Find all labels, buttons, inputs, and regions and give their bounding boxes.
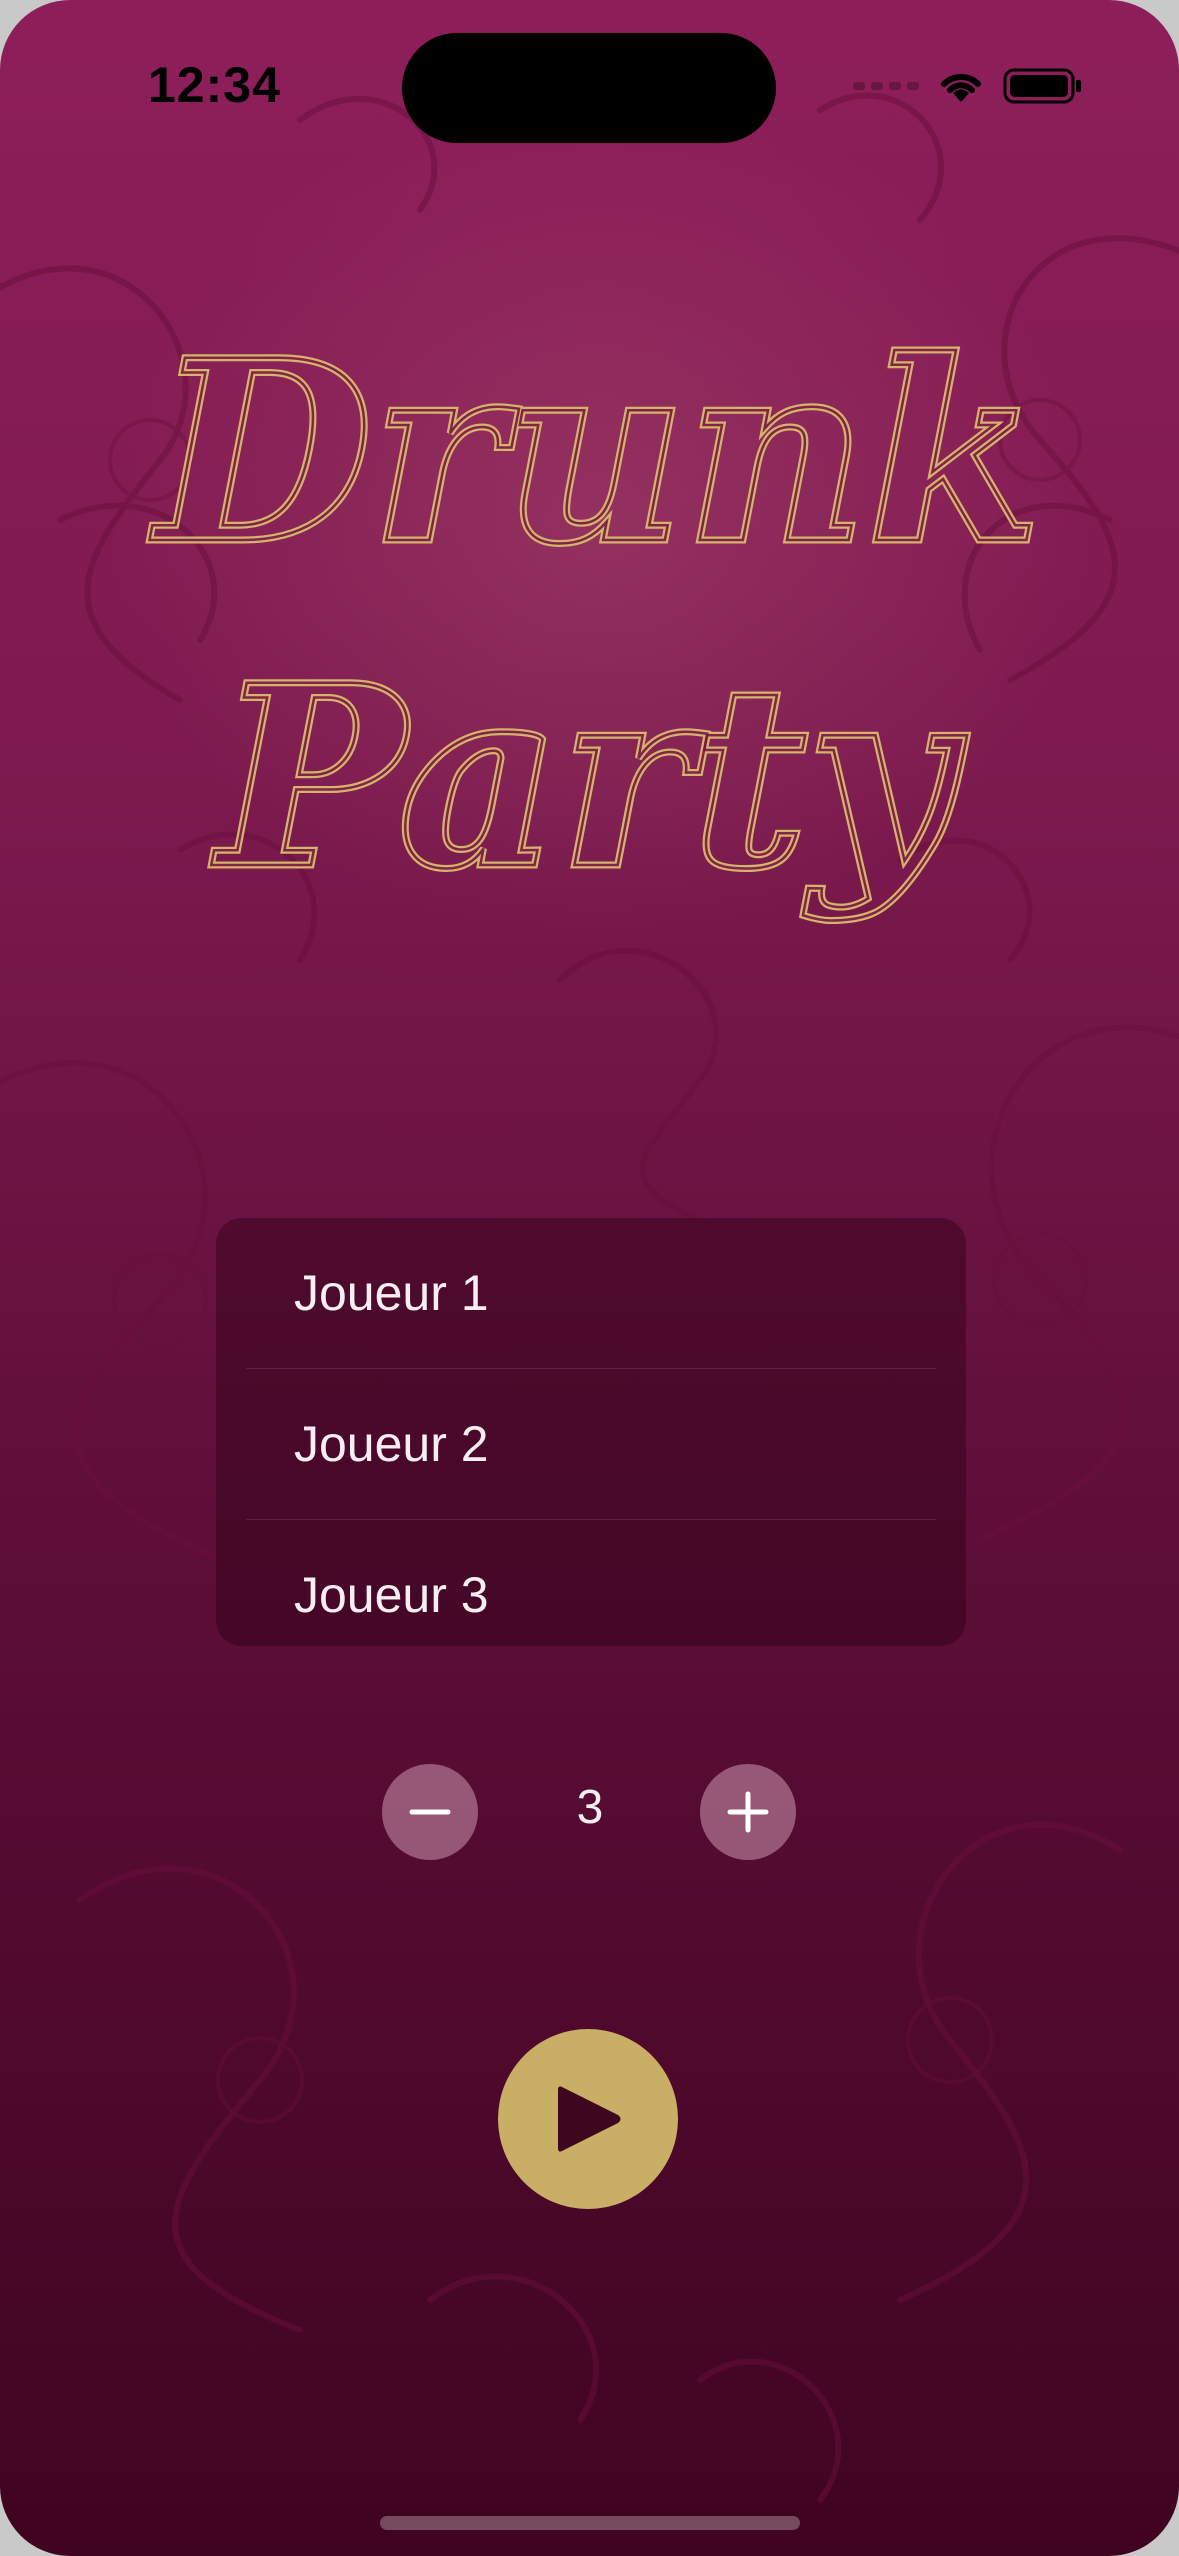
decrease-players-button[interactable] [382, 1764, 478, 1860]
plus-icon [727, 1791, 769, 1833]
app-title-logo: Drunk Drunk Party Party [146, 302, 1044, 928]
cellular-signal-icon [853, 82, 919, 90]
player-row-2[interactable]: Joueur 2 [246, 1369, 936, 1520]
minus-icon [409, 1809, 451, 1815]
status-icons [853, 66, 1083, 106]
player-name[interactable]: Joueur 1 [246, 1268, 489, 1318]
play-button[interactable] [498, 2029, 678, 2209]
player-list: Joueur 1 Joueur 2 Joueur 3 [216, 1218, 966, 1646]
wifi-icon [941, 73, 981, 102]
player-row-1[interactable]: Joueur 1 [246, 1218, 936, 1369]
player-name[interactable]: Joueur 3 [246, 1570, 489, 1620]
status-time: 12:34 [148, 57, 281, 113]
battery-icon [1003, 68, 1081, 104]
title-line-1-inner: Drunk [149, 305, 1040, 599]
player-count: 3 [576, 1781, 604, 1834]
home-indicator[interactable] [380, 2516, 800, 2530]
increase-players-button[interactable] [700, 1764, 796, 1860]
app-screen: 12:34 Drunk Drunk Party Party Joueur 1 J… [0, 0, 1179, 2556]
player-name[interactable]: Joueur 2 [246, 1419, 489, 1469]
player-row-3[interactable]: Joueur 3 [246, 1520, 936, 1670]
play-icon [558, 2086, 621, 2152]
dynamic-island [402, 33, 776, 143]
title-line-2-inner: Party [211, 630, 967, 924]
